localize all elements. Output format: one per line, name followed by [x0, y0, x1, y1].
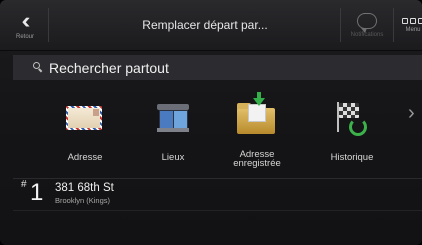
saved-address-folder-icon: [234, 92, 280, 140]
back-chevron-icon: ‹‹: [21, 7, 30, 33]
list-item[interactable]: # 1 381 68th St Brooklyn (Kings): [13, 178, 422, 207]
category-label: Historique: [330, 152, 374, 163]
header-bar: ‹‹ Retour Remplacer départ par... Notifi…: [0, 0, 422, 51]
menu-label: Menu: [405, 26, 421, 33]
back-button[interactable]: ‹‹ Retour: [8, 0, 42, 50]
history-flag-icon: [329, 100, 375, 140]
header-divider: [48, 8, 49, 42]
header-divider: [393, 8, 394, 42]
result-index: 1: [30, 179, 44, 206]
search-input[interactable]: Rechercher partout: [13, 55, 422, 80]
result-title: 381 68th St: [55, 182, 114, 194]
next-page-chevron-icon[interactable]: ›: [408, 100, 422, 130]
category-adresse[interactable]: Adresse: [45, 90, 125, 175]
menu-icon: [402, 17, 422, 24]
category-label: Lieux: [161, 152, 185, 163]
notifications-label: Notifications: [350, 31, 384, 38]
back-label: Retour: [15, 33, 34, 40]
places-icon: [150, 100, 196, 140]
envelope-icon: [62, 100, 108, 140]
divider: [13, 210, 422, 211]
speech-bubble-icon: [357, 12, 377, 33]
page-title: Remplacer départ par...: [142, 18, 268, 32]
notifications-button[interactable]: Notifications: [343, 0, 391, 50]
category-label: Adresse: [67, 152, 103, 163]
category-lieux[interactable]: Lieux: [133, 90, 213, 175]
category-historique[interactable]: Historique: [312, 90, 392, 175]
header-divider: [340, 8, 341, 42]
screen: ‹‹ Retour Remplacer départ par... Notifi…: [0, 0, 422, 245]
search-placeholder: Rechercher partout: [49, 59, 169, 76]
category-adresse-enregistree[interactable]: Adresse enregistrée: [217, 90, 297, 175]
result-subtitle: Brooklyn (Kings): [55, 196, 111, 205]
search-icon: [33, 62, 44, 73]
category-label: Adresse enregistrée: [233, 149, 281, 169]
menu-button[interactable]: Menu: [396, 0, 422, 50]
result-hash: #: [21, 179, 27, 190]
